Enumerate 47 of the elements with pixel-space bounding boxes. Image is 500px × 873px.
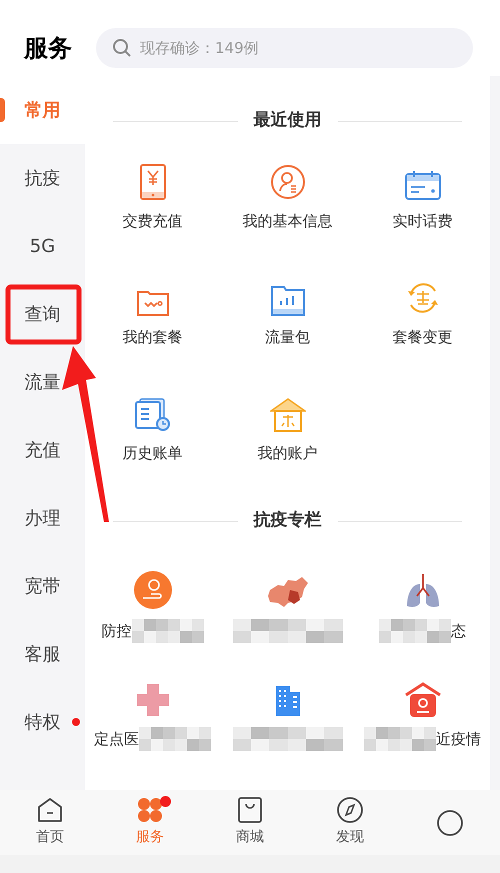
search-field[interactable]: 现存确诊：149例	[140, 36, 457, 60]
tab-bar-item[interactable]: 商城	[200, 790, 300, 855]
house-pin-icon	[404, 682, 442, 718]
calendar-icon	[404, 170, 440, 200]
service-label: 交费充值	[122, 210, 182, 232]
bar-chart-folder-icon	[270, 286, 304, 316]
selection-indicator	[0, 98, 5, 122]
service-label: 防控	[102, 620, 132, 642]
shopping-bag-icon	[238, 797, 262, 823]
compass-icon	[337, 797, 363, 823]
search-bar[interactable]: 现存确诊：149例	[96, 28, 473, 68]
house-icon	[270, 398, 306, 432]
sidebar-item[interactable]: 5G	[30, 232, 56, 260]
sidebar-item[interactable]: 宽带	[24, 572, 60, 600]
medical-cross-icon	[134, 682, 170, 718]
service-label: 定点医	[94, 728, 139, 750]
service-label: 我的套餐	[122, 326, 182, 348]
tab-bar-item[interactable]: 发现	[300, 790, 400, 855]
sidebar-item[interactable]: 特权	[24, 708, 60, 736]
tab-bar-item[interactable]: 首页	[0, 790, 100, 855]
section-heading: 最近使用	[254, 109, 322, 132]
user-profile-icon	[270, 164, 306, 200]
sidebar-item[interactable]: 抗疫	[24, 164, 60, 192]
map-icon	[266, 576, 310, 610]
sidebar-item[interactable]: 充值	[24, 436, 60, 464]
service-label: 历史账单	[122, 442, 182, 464]
sidebar-item[interactable]: 客服	[24, 640, 60, 668]
home-icon	[37, 797, 63, 823]
sidebar-item[interactable]: 办理	[24, 504, 60, 532]
document-clock-icon	[134, 398, 170, 432]
clover-icon	[137, 797, 163, 823]
service-label: 实时话费	[392, 210, 452, 232]
folder-icon	[136, 288, 168, 316]
sidebar-item[interactable]: 查询	[24, 300, 60, 328]
search-icon	[112, 38, 132, 58]
service-label: 近疫情	[436, 728, 481, 750]
service-label: 态	[451, 620, 466, 642]
service-label: 套餐变更	[392, 326, 452, 348]
page-title: 服务	[24, 33, 73, 64]
section-heading: 抗疫专栏	[254, 509, 322, 532]
location-pin-icon	[132, 570, 172, 610]
sidebar-item[interactable]: 流量	[24, 368, 60, 396]
profile-circle-icon	[437, 810, 463, 836]
service-label: 我的基本信息	[242, 210, 332, 232]
phone-yuan-icon	[140, 164, 166, 200]
service-label: 流量包	[265, 326, 310, 348]
service-label: 我的账户	[258, 442, 318, 464]
